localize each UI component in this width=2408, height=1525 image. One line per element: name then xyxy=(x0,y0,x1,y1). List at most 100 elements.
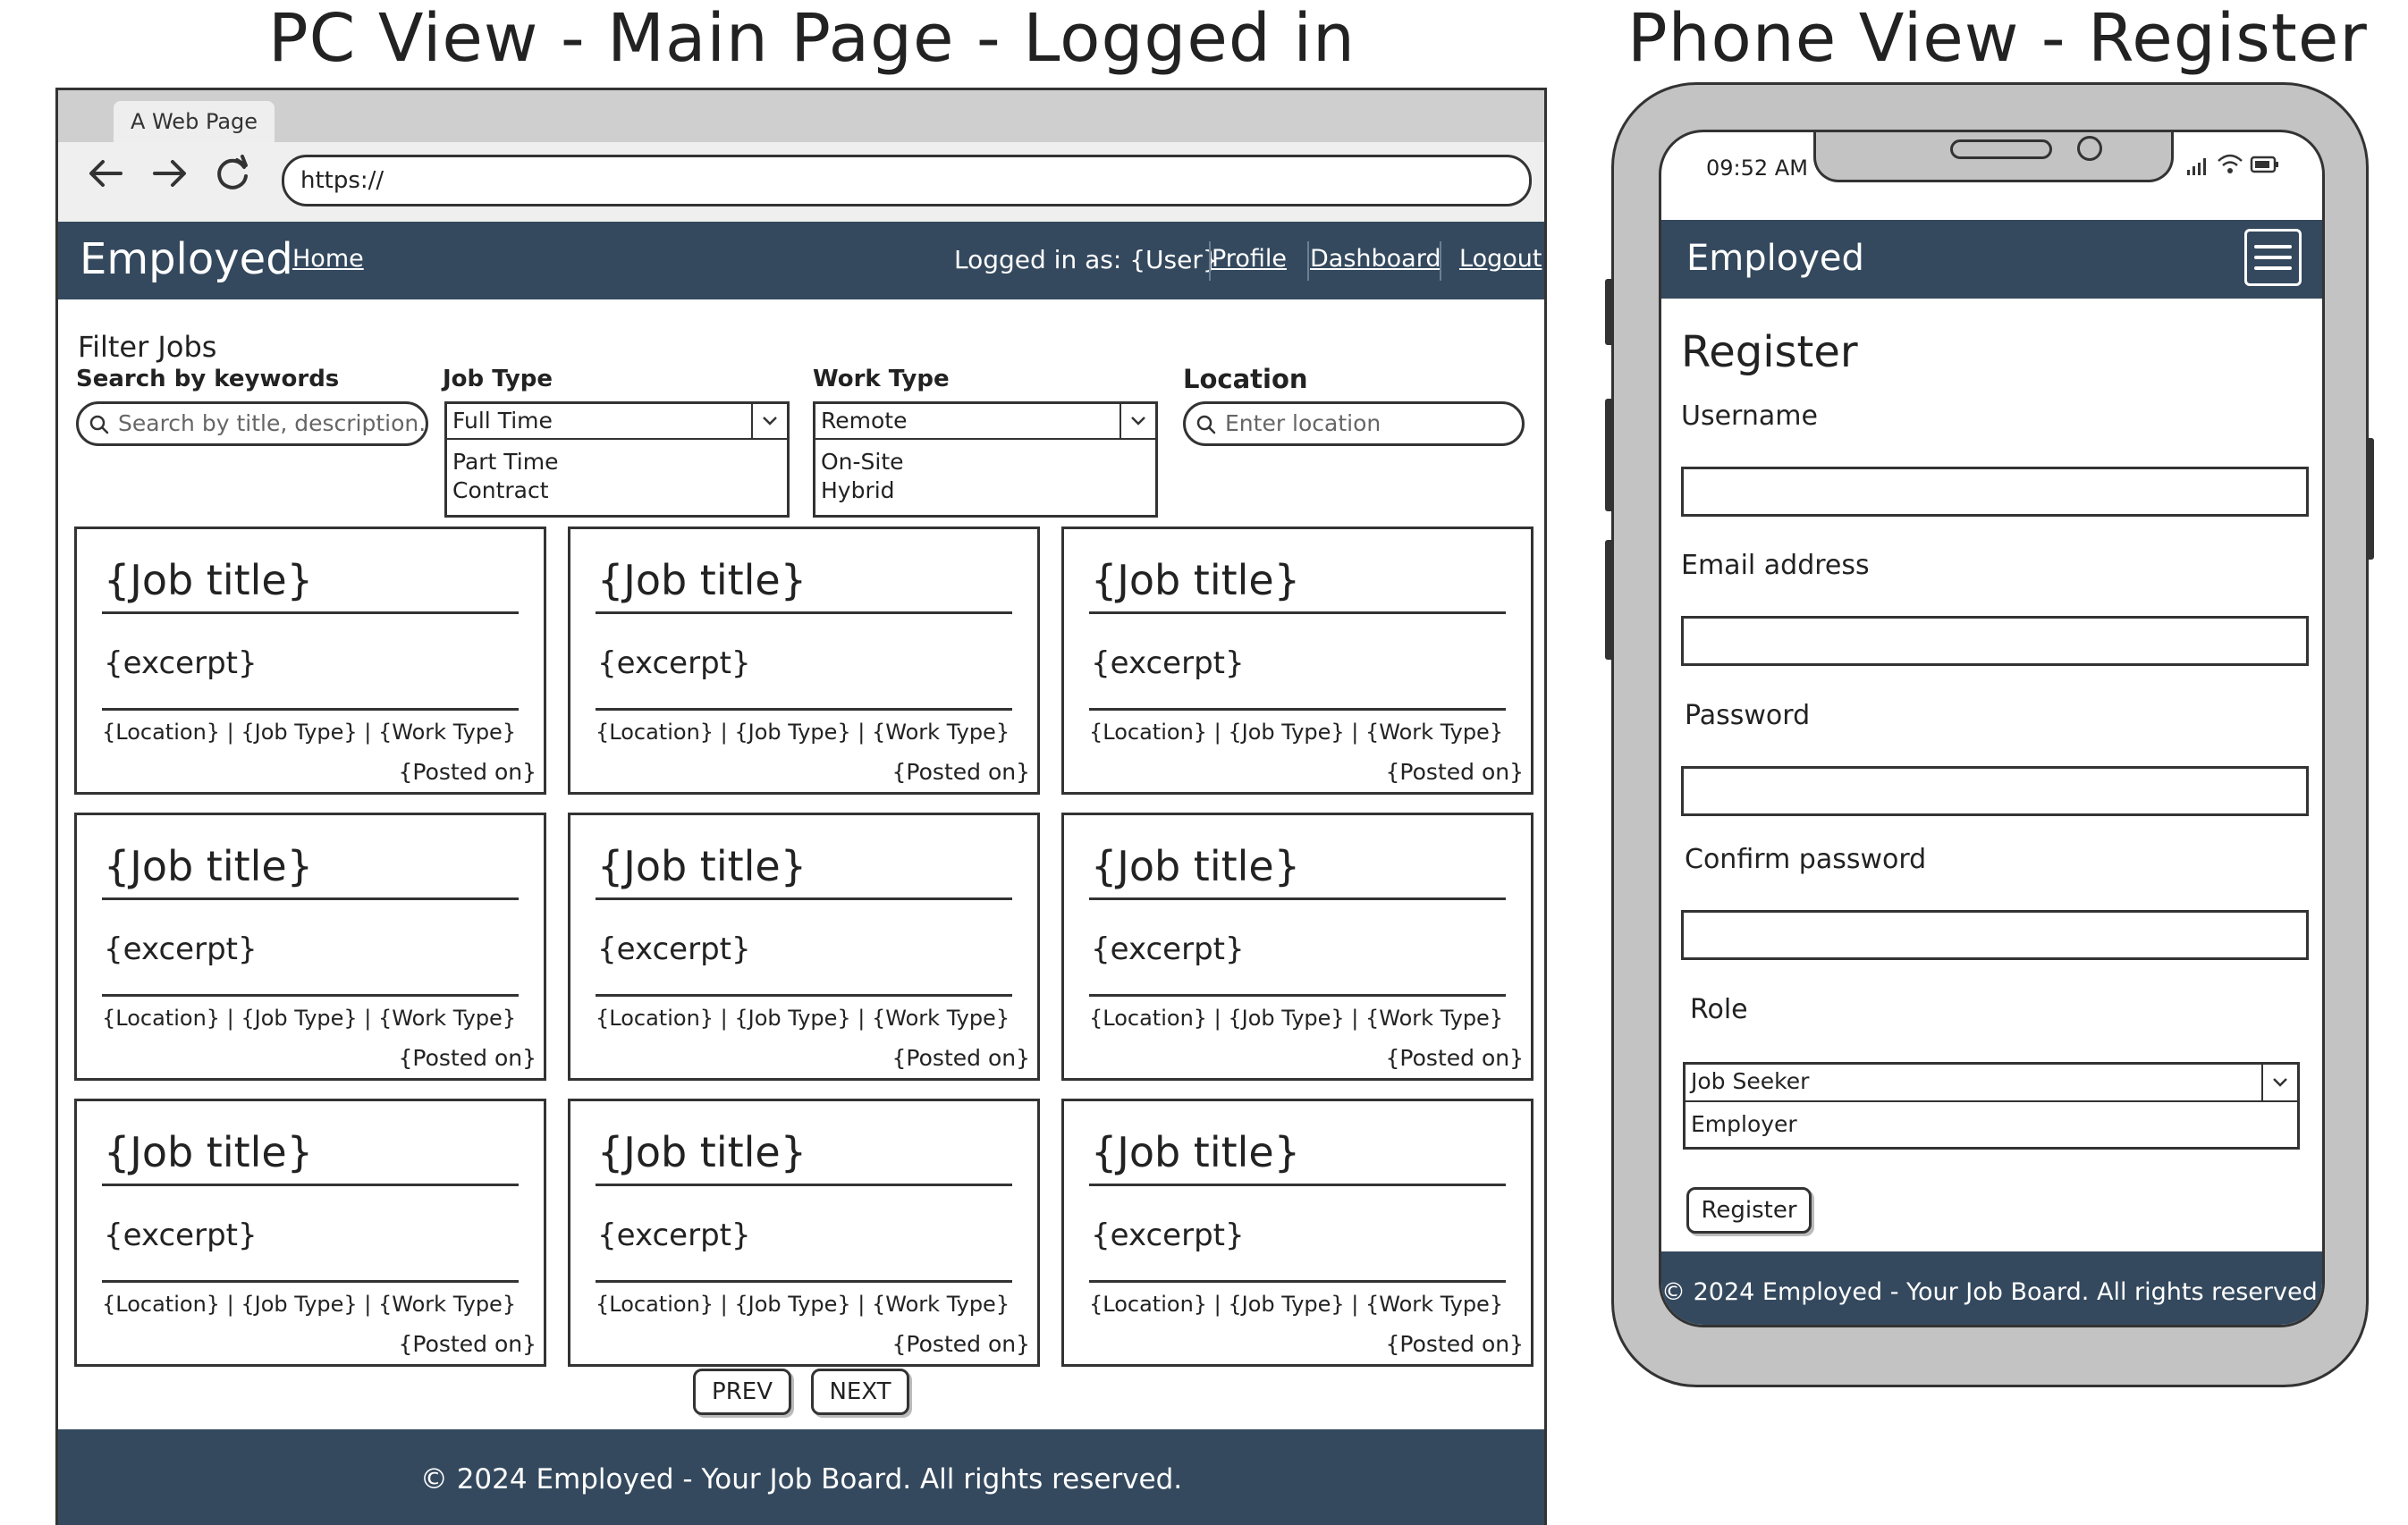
chevron-down-icon[interactable] xyxy=(1120,404,1155,440)
browser-tab[interactable]: A Web Page xyxy=(114,101,275,142)
job-meta: {Location} | {Job Type} | {Work Type} xyxy=(1089,720,1504,745)
brand-logo[interactable]: Employed xyxy=(80,234,293,284)
title-divider xyxy=(102,611,519,614)
logged-in-user: Logged in as: {User} xyxy=(954,245,1219,274)
job-title[interactable]: {Job title} xyxy=(1091,1128,1300,1176)
chevron-down-icon[interactable] xyxy=(2261,1065,2297,1102)
phone-view-heading: Phone View - Register xyxy=(1627,0,2368,77)
title-divider xyxy=(102,1184,519,1186)
job-meta: {Location} | {Job Type} | {Work Type} xyxy=(596,1292,1010,1317)
forward-arrow-icon[interactable] xyxy=(148,151,192,196)
nav-link-home[interactable]: Home xyxy=(292,245,364,273)
job-card[interactable]: {Job title} {excerpt} {Location} | {Job Ty… xyxy=(568,1099,1040,1367)
job-card[interactable]: {Job title} {excerpt} {Location} | {Job Ty… xyxy=(1061,527,1534,795)
chevron-down-icon[interactable] xyxy=(751,404,787,440)
job-excerpt: {excerpt} xyxy=(597,1217,751,1253)
brand-logo[interactable]: Employed xyxy=(1686,238,1864,279)
work-type-select[interactable]: Remote On-Site Hybrid xyxy=(813,401,1158,518)
job-card[interactable]: {Job title} {excerpt} {Location} | {Job Ty… xyxy=(1061,813,1534,1081)
job-title[interactable]: {Job title} xyxy=(597,556,807,604)
phone-device: 09:52 AM Employed Register Username Emai… xyxy=(1611,82,2369,1387)
nav-link-profile[interactable]: Profile xyxy=(1212,245,1287,273)
username-label: Username xyxy=(1681,400,1818,432)
job-type-option[interactable]: Contract xyxy=(452,477,549,503)
phone-footer-text: © 2024 Employed - Your Job Board. All ri… xyxy=(1661,1278,2325,1306)
job-card[interactable]: {Job title} {excerpt} {Location} | {Job Ty… xyxy=(74,813,546,1081)
job-posted-date: {Posted on} xyxy=(891,1331,1030,1357)
prev-button[interactable]: PREV xyxy=(693,1369,791,1415)
job-title[interactable]: {Job title} xyxy=(1091,556,1300,604)
job-title[interactable]: {Job title} xyxy=(104,842,313,890)
reload-icon[interactable] xyxy=(210,151,255,196)
job-card[interactable]: {Job title} {excerpt} {Location} | {Job Ty… xyxy=(74,527,546,795)
title-divider xyxy=(1089,1184,1506,1186)
url-bar[interactable]: https:// xyxy=(282,155,1532,206)
job-type-option[interactable]: Part Time xyxy=(452,449,558,475)
job-title[interactable]: {Job title} xyxy=(597,842,807,890)
location-label: Location xyxy=(1183,364,1308,394)
battery-icon xyxy=(2250,156,2278,173)
job-title[interactable]: {Job title} xyxy=(1091,842,1300,890)
nav-divider xyxy=(1209,241,1211,281)
phone-footer: © 2024 Employed - Your Job Board. All ri… xyxy=(1661,1251,2325,1325)
front-camera xyxy=(2077,136,2102,161)
nav-link-dashboard[interactable]: Dashboard xyxy=(1310,245,1441,273)
work-type-option[interactable]: Hybrid xyxy=(821,477,895,503)
location-input[interactable]: Enter location xyxy=(1183,401,1525,446)
next-button[interactable]: NEXT xyxy=(811,1369,909,1415)
password-label: Password xyxy=(1685,700,1811,731)
title-divider xyxy=(102,897,519,900)
password-field[interactable] xyxy=(1681,766,2309,816)
job-type-select[interactable]: Full Time Part Time Contract xyxy=(444,401,790,518)
work-type-label: Work Type xyxy=(813,366,950,392)
nav-link-logout[interactable]: Logout xyxy=(1459,245,1542,273)
confirm-password-label: Confirm password xyxy=(1685,844,1927,875)
job-meta: {Location} | {Job Type} | {Work Type} xyxy=(596,720,1010,745)
title-divider xyxy=(1089,897,1506,900)
job-meta: {Location} | {Job Type} | {Work Type} xyxy=(596,1006,1010,1031)
excerpt-divider xyxy=(596,994,1012,997)
keywords-search-input[interactable]: Search by title, description... xyxy=(76,401,428,446)
job-meta: {Location} | {Job Type} | {Work Type} xyxy=(102,1292,517,1317)
job-posted-date: {Posted on} xyxy=(1385,1331,1524,1357)
work-type-option[interactable]: On-Site xyxy=(821,449,904,475)
username-field[interactable] xyxy=(1681,467,2309,517)
role-option[interactable]: Employer xyxy=(1691,1111,1797,1137)
job-title[interactable]: {Job title} xyxy=(104,1128,313,1176)
back-arrow-icon[interactable] xyxy=(83,151,128,196)
job-card[interactable]: {Job title} {excerpt} {Location} | {Job Ty… xyxy=(74,1099,546,1367)
pc-browser-window: A Web Page https:// Employed Home Logged… xyxy=(55,88,1547,1525)
job-card[interactable]: {Job title} {excerpt} {Location} | {Job Ty… xyxy=(1061,1099,1534,1367)
job-meta: {Location} | {Job Type} | {Work Type} xyxy=(102,1006,517,1031)
role-selected[interactable]: Job Seeker xyxy=(1686,1065,2297,1102)
excerpt-divider xyxy=(102,708,519,711)
keywords-placeholder: Search by title, description... xyxy=(118,410,428,436)
job-excerpt: {excerpt} xyxy=(1091,645,1245,681)
job-card[interactable]: {Job title} {excerpt} {Location} | {Job Ty… xyxy=(568,527,1040,795)
job-title[interactable]: {Job title} xyxy=(597,1128,807,1176)
job-excerpt: {excerpt} xyxy=(104,645,258,681)
role-select[interactable]: Job Seeker Employer xyxy=(1683,1062,2300,1150)
title-divider xyxy=(596,611,1012,614)
job-card[interactable]: {Job title} {excerpt} {Location} | {Job Ty… xyxy=(568,813,1040,1081)
search-icon xyxy=(89,415,109,434)
job-posted-date: {Posted on} xyxy=(1385,1045,1524,1071)
hamburger-menu-icon[interactable] xyxy=(2244,229,2302,286)
job-meta: {Location} | {Job Type} | {Work Type} xyxy=(1089,1292,1504,1317)
phone-screen: 09:52 AM Employed Register Username Emai… xyxy=(1659,130,2325,1327)
phone-navbar: Employed xyxy=(1661,220,2322,299)
title-divider xyxy=(1089,611,1506,614)
phone-notch xyxy=(1813,132,2174,182)
email-field[interactable] xyxy=(1681,616,2309,666)
register-button[interactable]: Register xyxy=(1686,1187,1812,1234)
confirm-password-field[interactable] xyxy=(1681,910,2309,960)
excerpt-divider xyxy=(1089,708,1506,711)
job-type-selected[interactable]: Full Time xyxy=(447,404,787,440)
status-time: 09:52 AM xyxy=(1706,156,1808,181)
job-posted-date: {Posted on} xyxy=(1385,759,1524,785)
job-title[interactable]: {Job title} xyxy=(104,556,313,604)
job-posted-date: {Posted on} xyxy=(891,759,1030,785)
location-placeholder: Enter location xyxy=(1225,410,1381,436)
job-excerpt: {excerpt} xyxy=(104,1217,258,1253)
work-type-selected[interactable]: Remote xyxy=(815,404,1155,440)
